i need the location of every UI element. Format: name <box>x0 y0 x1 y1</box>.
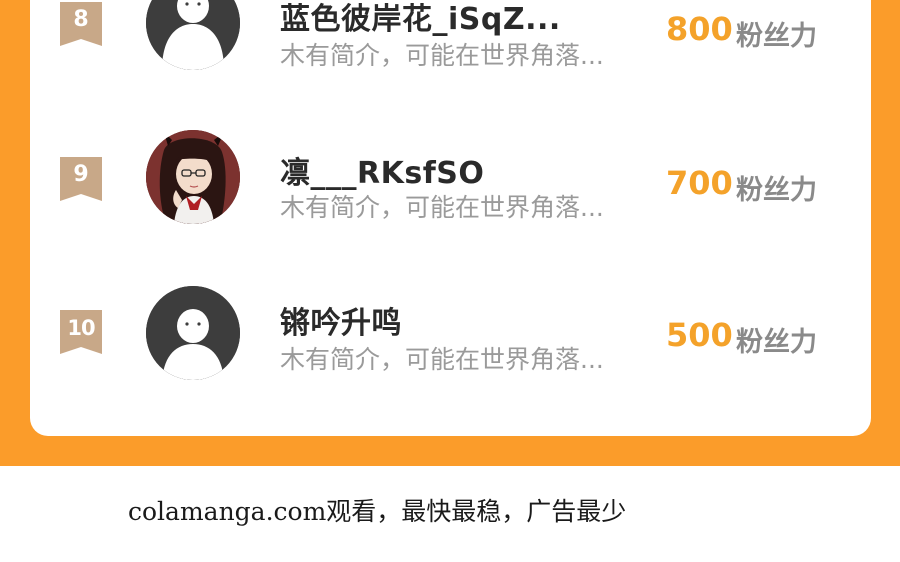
ranking-row[interactable]: 8 蓝色彼岸花_iSqZ... 木有简介，可能在世界角落... 800 粉丝力 <box>30 0 871 100</box>
fan-score: 500 <box>666 316 733 354</box>
anime-girl-portrait-icon <box>146 130 240 224</box>
user-name[interactable]: 锵吟升鸣 <box>280 298 402 342</box>
site-watermark-text: colamanga.com观看，最快最稳，广告最少 <box>128 497 627 526</box>
fan-score-unit: 粉丝力 <box>736 175 817 206</box>
user-bio: 木有简介，可能在世界角落... <box>280 193 604 222</box>
fans-ranking-card: 8 蓝色彼岸花_iSqZ... 木有简介，可能在世界角落... 800 粉丝力 … <box>30 0 871 436</box>
user-name[interactable]: 凛___RKsfSO <box>280 148 484 192</box>
ranking-row[interactable]: 9 凛___RKsfSO 木有简介，可能在世界角落... 700 粉丝力 <box>30 130 871 250</box>
person-silhouette-icon <box>146 286 240 380</box>
default-avatar-icon[interactable] <box>146 286 240 380</box>
default-avatar-icon[interactable] <box>146 0 240 70</box>
fan-score: 800 <box>666 10 733 48</box>
rank-badge: 9 <box>60 157 102 201</box>
user-bio: 木有简介，可能在世界角落... <box>280 41 604 70</box>
user-name[interactable]: 蓝色彼岸花_iSqZ... <box>280 0 561 38</box>
anime-girl-avatar-icon[interactable] <box>146 130 240 224</box>
person-silhouette-icon <box>146 0 240 70</box>
ranking-row[interactable]: 10 锵吟升鸣 木有简介，可能在世界角落... 500 粉丝力 <box>30 284 871 404</box>
user-bio: 木有简介，可能在世界角落... <box>280 345 604 374</box>
fan-score-unit: 粉丝力 <box>736 327 817 358</box>
rank-badge: 8 <box>60 2 102 46</box>
rank-badge: 10 <box>60 310 102 354</box>
fan-score-unit: 粉丝力 <box>736 21 817 52</box>
fan-score: 700 <box>666 164 733 202</box>
